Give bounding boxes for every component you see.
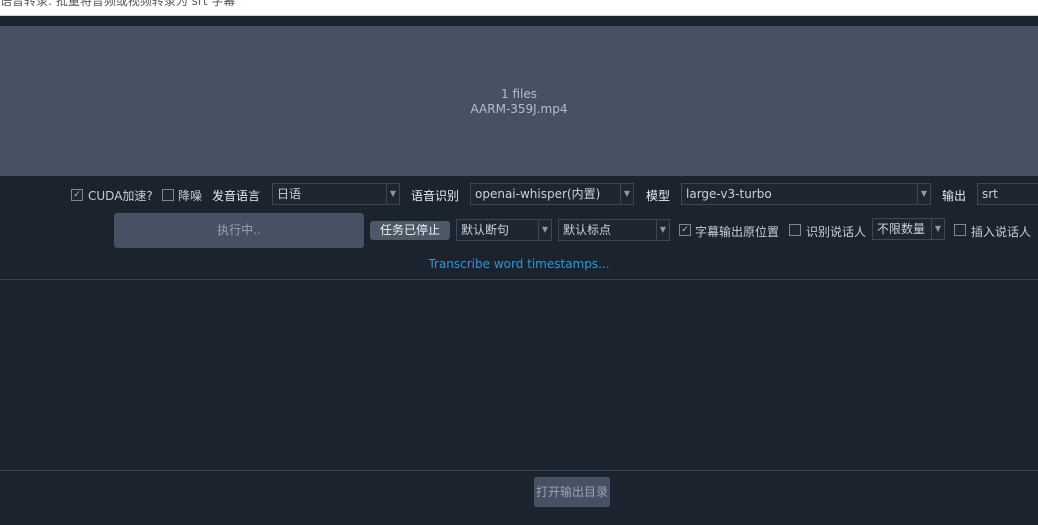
speaker-id-checkbox[interactable] (789, 224, 801, 236)
options-row: ✓ CUDA加速? 降噪 发音语言 日语 ▼ 语音识别 openai-whisp… (0, 181, 1038, 207)
file-drop-zone[interactable]: 1 files AARM-359J.mp4 (0, 26, 1038, 176)
denoise-checkbox[interactable] (162, 189, 174, 201)
chevron-down-icon: ▼ (386, 184, 399, 204)
output-select[interactable]: srt (977, 183, 1038, 205)
recognition-value: openai-whisper(内置) (475, 187, 601, 201)
speaker-limit-value: 不限数量 (877, 222, 926, 236)
speaker-limit-select[interactable]: 不限数量 ▼ (872, 218, 945, 240)
actions-row: 默认断句 ▼ 默认标点 ▼ ✓ 字幕输出原位置 识别说话人 不限数量 ▼ 插入说… (0, 217, 1038, 243)
chevron-down-icon: ▼ (917, 184, 930, 204)
original-position-label[interactable]: 字幕输出原位置 (695, 223, 779, 240)
denoise-label[interactable]: 降噪 (178, 187, 202, 204)
cuda-checkbox[interactable]: ✓ (71, 189, 83, 201)
language-select[interactable]: 日语 ▼ (272, 183, 400, 205)
chevron-down-icon: ▼ (620, 184, 633, 204)
window-title: 语音转录: 批量将音频或视频转录为 srt 字幕 (0, 0, 236, 8)
model-value: large-v3-turbo (686, 187, 772, 201)
cuda-label[interactable]: CUDA加速? (88, 187, 153, 204)
window-titlebar: 语音转录: 批量将音频或视频转录为 srt 字幕 (0, 0, 1038, 16)
insert-speaker-checkbox[interactable] (954, 224, 966, 236)
insert-speaker-label[interactable]: 插入说话人 (971, 223, 1031, 240)
open-output-dir-button[interactable]: 打开输出目录 (534, 477, 610, 507)
punctuation-value: 默认标点 (563, 223, 612, 237)
output-label: 输出 (942, 189, 967, 203)
model-select[interactable]: large-v3-turbo ▼ (681, 183, 931, 205)
original-position-checkbox[interactable]: ✓ (679, 224, 691, 236)
chevron-down-icon: ▼ (931, 219, 944, 239)
file-count: 1 files (501, 87, 537, 101)
speaker-id-label[interactable]: 识别说话人 (806, 223, 866, 240)
recognition-label: 语音识别 (411, 189, 460, 203)
language-label: 发音语言 (212, 189, 261, 203)
output-value: srt (982, 187, 998, 201)
sentence-split-value: 默认断句 (461, 223, 510, 237)
punctuation-select[interactable]: 默认标点 ▼ (558, 219, 670, 241)
recognition-select[interactable]: openai-whisper(内置) ▼ (470, 183, 634, 205)
word-timestamps-link[interactable]: Transcribe word timestamps... (0, 257, 1038, 271)
model-label: 模型 (646, 189, 671, 203)
sentence-split-select[interactable]: 默认断句 ▼ (456, 219, 552, 241)
language-value: 日语 (277, 187, 302, 201)
chevron-down-icon: ▼ (538, 220, 551, 240)
log-area (0, 280, 1038, 470)
file-name: AARM-359J.mp4 (470, 102, 568, 116)
divider (0, 470, 1038, 471)
chevron-down-icon: ▼ (656, 220, 669, 240)
